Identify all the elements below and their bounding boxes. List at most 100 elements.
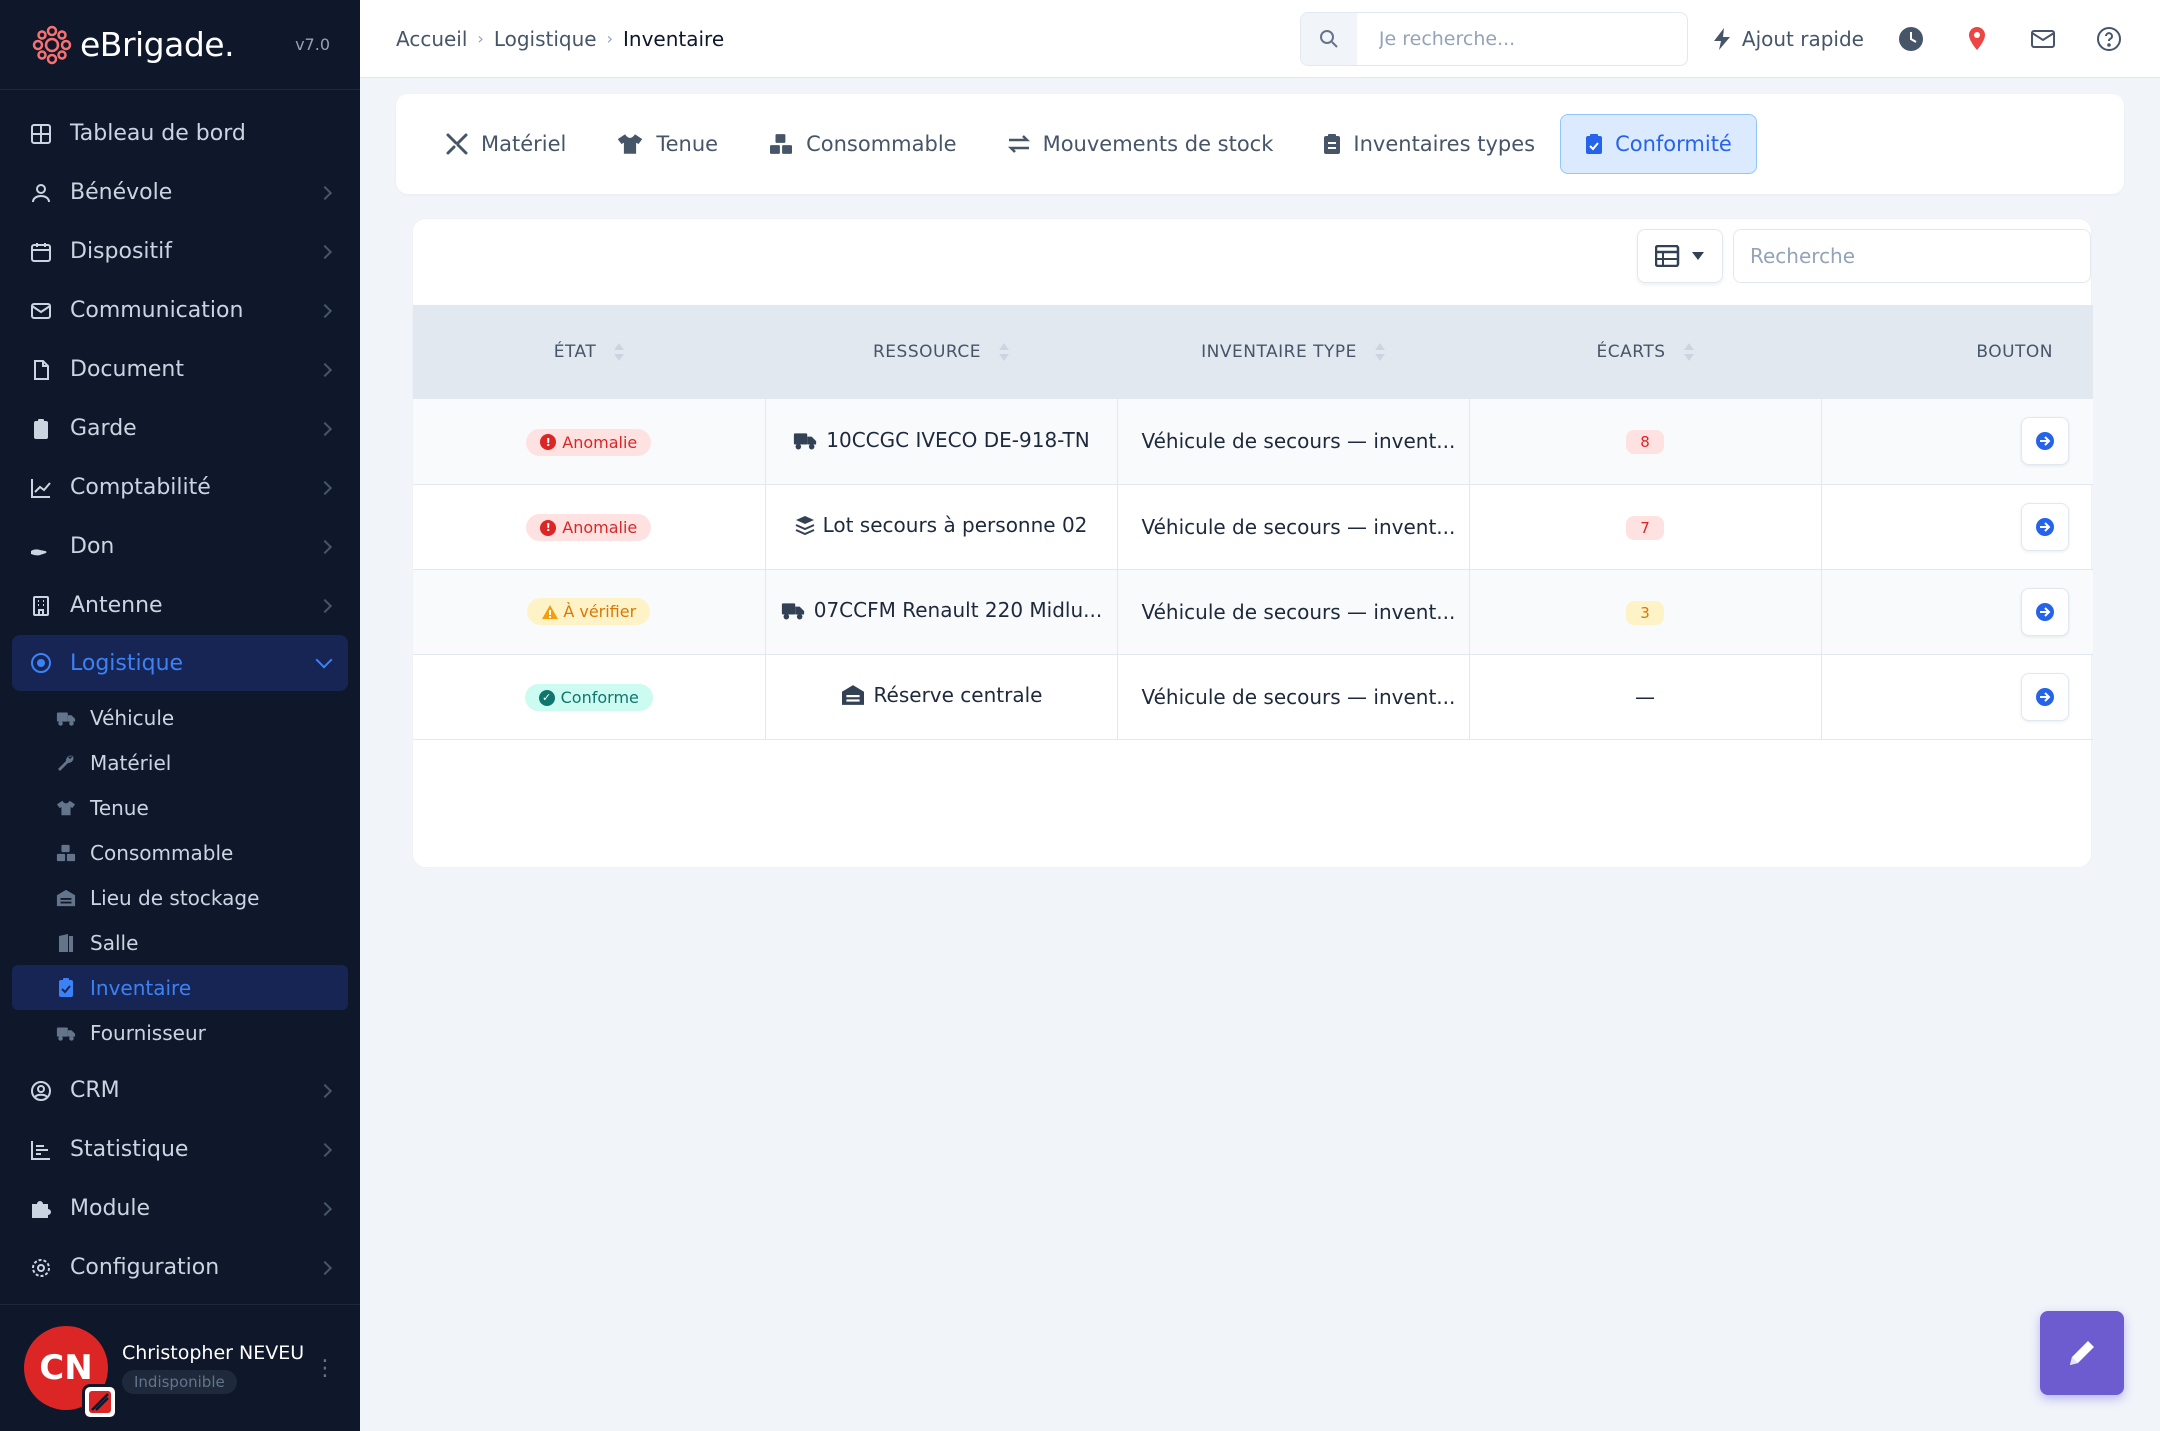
col-header-inventaire-type[interactable]: INVENTAIRE TYPE <box>1117 305 1469 399</box>
nav-statistique[interactable]: Statistique <box>0 1120 360 1179</box>
chevron-right-icon <box>317 598 333 613</box>
inventaire-type-cell: Véhicule de secours — invent... <box>1117 484 1470 569</box>
subnav-label: Salle <box>90 930 139 955</box>
table-row[interactable]: ! Anomalie 10CCGC IVECO DE-918-TN Véhicul… <box>413 399 2093 484</box>
breadcrumb-separator: › <box>606 29 614 48</box>
breadcrumb-current: Inventaire <box>623 26 725 51</box>
user-info: Christopher NEVEU Indisponible <box>122 1342 314 1394</box>
nav-label: Document <box>70 357 184 382</box>
table-row[interactable]: ! Anomalie Lot secours à personne 02 Véhi… <box>413 484 2093 569</box>
open-button[interactable] <box>2021 587 2069 636</box>
nav-garde[interactable]: Garde <box>0 399 360 458</box>
more-vertical-icon[interactable]: ⋮ <box>314 1356 336 1381</box>
status-badge: ! Anomalie <box>526 428 652 456</box>
subnav-vehicule[interactable]: Véhicule <box>0 695 360 740</box>
tab-inventaires-types[interactable]: Inventaires types <box>1298 114 1560 174</box>
ressource-cell: 10CCGC IVECO DE-918-TN <box>765 399 1118 484</box>
open-button[interactable] <box>2021 672 2069 721</box>
help-icon[interactable] <box>2094 24 2124 54</box>
nav-communication[interactable]: Communication <box>0 281 360 340</box>
tab-conformite[interactable]: Conformité <box>1560 114 1757 174</box>
mail-icon[interactable] <box>2028 24 2058 54</box>
global-search[interactable] <box>1299 11 1688 66</box>
chevron-right-icon <box>317 244 333 259</box>
arrow-circle-right-icon <box>2036 432 2054 451</box>
nav-module[interactable]: Module <box>0 1179 360 1238</box>
avatar[interactable]: CN <box>24 1326 118 1420</box>
bouton-cell <box>1821 484 2093 569</box>
user-name: Christopher NEVEU <box>122 1342 305 1364</box>
table-row[interactable]: ✓ Conforme Réserve centrale Véhicule de s… <box>413 654 2093 739</box>
nav-label: Garde <box>70 416 137 441</box>
subnav-salle[interactable]: Salle <box>0 920 360 965</box>
ressource-label: Lot secours à personne 02 <box>822 513 1088 537</box>
column-toggle-button[interactable] <box>1637 229 1723 283</box>
nav-don[interactable]: Don <box>0 517 360 576</box>
bolt-icon <box>1713 27 1730 50</box>
sort-icon[interactable] <box>614 343 625 361</box>
nav-label: Antenne <box>70 593 163 618</box>
brand-logo-icon[interactable] <box>30 23 74 67</box>
nav-tableau-de-bord[interactable]: Tableau de bord <box>0 104 360 163</box>
subnav-label: Fournisseur <box>90 1020 206 1045</box>
status-badge: ✓ Conforme <box>524 684 653 711</box>
sidebar: eBrigade. v7.0 Tableau de bord Bénévole … <box>0 0 360 1431</box>
clock-icon[interactable] <box>1896 24 1926 54</box>
subnav-fournisseur[interactable]: Fournisseur <box>0 1010 360 1055</box>
map-pin-icon[interactable] <box>1962 24 1992 54</box>
ressource-cell: Lot secours à personne 02 <box>765 484 1118 569</box>
chevron-right-icon <box>317 1083 333 1098</box>
arrow-circle-right-icon <box>2036 687 2054 706</box>
user-panel[interactable]: CN Christopher NEVEU Indisponible ⋮ <box>0 1304 360 1431</box>
ecarts-count: 8 <box>1626 430 1664 455</box>
tab-mouvements-de-stock[interactable]: Mouvements de stock <box>982 114 1299 174</box>
subnav-materiel[interactable]: Matériel <box>0 740 360 785</box>
nav-benevole[interactable]: Bénévole <box>0 163 360 222</box>
sort-icon[interactable] <box>999 343 1010 361</box>
status-badge: À vérifier <box>527 598 651 625</box>
open-button[interactable] <box>2021 502 2069 551</box>
nav-document[interactable]: Document <box>0 340 360 399</box>
subnav-consommable[interactable]: Consommable <box>0 830 360 875</box>
sort-icon[interactable] <box>1374 343 1385 361</box>
exchange-icon <box>1007 133 1031 155</box>
subnav-tenue[interactable]: Tenue <box>0 785 360 830</box>
breadcrumb-home[interactable]: Accueil <box>396 27 467 51</box>
tab-materiel[interactable]: Matériel <box>420 114 591 174</box>
sort-icon[interactable] <box>1683 343 1694 361</box>
nav-configuration[interactable]: Configuration <box>0 1238 360 1297</box>
tab-tenue[interactable]: Tenue <box>591 114 743 174</box>
chevron-right-icon <box>317 362 333 377</box>
subnav-lieu-de-stockage[interactable]: Lieu de stockage <box>0 875 360 920</box>
breadcrumb-section[interactable]: Logistique <box>494 27 597 51</box>
nav-logistique[interactable]: Logistique <box>12 635 348 691</box>
table-search[interactable] <box>1733 229 2091 283</box>
nav-crm[interactable]: CRM <box>0 1061 360 1120</box>
search-icon[interactable] <box>1300 12 1357 65</box>
col-header-label: BOUTON <box>1976 342 2053 362</box>
edit-fab-button[interactable] <box>2040 1311 2124 1395</box>
nav-antenne[interactable]: Antenne <box>0 576 360 635</box>
col-header-ecarts[interactable]: ÉCARTS <box>1469 305 1821 399</box>
tab-label: Inventaires types <box>1353 132 1536 156</box>
brand-name[interactable]: eBrigade. <box>80 25 295 64</box>
contact-icon <box>30 1080 52 1102</box>
search-input[interactable] <box>1356 27 1677 50</box>
truck-icon <box>56 708 76 728</box>
layers-icon <box>795 516 814 535</box>
nav-comptabilite[interactable]: Comptabilité <box>0 458 360 517</box>
col-header-label: INVENTAIRE TYPE <box>1201 342 1357 362</box>
tab-consommable[interactable]: Consommable <box>743 114 981 174</box>
col-header-etat[interactable]: ÉTAT <box>413 305 765 399</box>
nav-dispositif[interactable]: Dispositif <box>0 222 360 281</box>
table-row[interactable]: À vérifier 07CCFM Renault 220 Midlu... V… <box>413 569 2093 654</box>
puzzle-icon <box>30 1198 52 1220</box>
calendar-icon <box>30 241 52 263</box>
quick-add-button[interactable]: Ajout rapide <box>1712 27 1864 51</box>
inventaire-type-cell: Véhicule de secours — invent... <box>1117 569 1470 654</box>
building-icon <box>30 595 52 617</box>
table-search-input[interactable] <box>1750 244 2070 268</box>
open-button[interactable] <box>2021 417 2069 466</box>
subnav-inventaire[interactable]: Inventaire <box>12 965 348 1010</box>
col-header-ressource[interactable]: RESSOURCE <box>765 305 1117 399</box>
